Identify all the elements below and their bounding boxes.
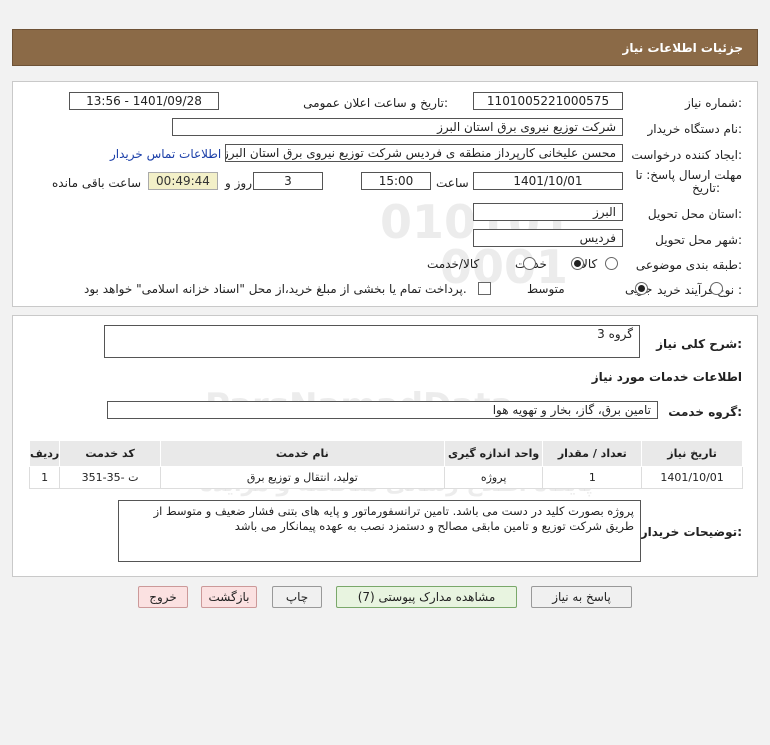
deadline-date-field: 1401/10/01: [473, 172, 623, 190]
category-radio-service[interactable]: [570, 257, 584, 270]
cell-need-date: 1401/10/01: [641, 466, 743, 489]
time-label: ساعت: [436, 176, 469, 190]
days-field: 3: [253, 172, 323, 190]
need-info-panel: [12, 81, 758, 307]
reply-button[interactable]: پاسخ به نیاز: [531, 586, 632, 608]
page-title: جزئیات اطلاعات نیاز: [622, 41, 743, 55]
col-row-num: ردیف: [28, 440, 61, 467]
days-label: روز و: [225, 176, 252, 190]
category-radio-goods-service[interactable]: [522, 257, 536, 270]
cell-service-code: ت -35-351: [59, 466, 161, 489]
buyer-field: شرکت توزیع نیروی برق استان البرز: [172, 118, 623, 136]
deadline-time-field: 15:00: [361, 172, 431, 190]
cell-quantity: 1: [542, 466, 643, 489]
summary-label: شرح کلی نیاز:: [656, 337, 742, 351]
need-number-label: شماره نیاز:: [684, 96, 742, 110]
city-label: شهر محل تحویل:: [655, 233, 742, 247]
remaining-time-field: 00:49:44: [148, 172, 218, 190]
creator-field: محسن علیخانی کارپرداز منطقه ی فردیس شرکت…: [225, 144, 623, 162]
category-label: طبقه بندی موضوعی:: [635, 258, 742, 272]
services-section-title: اطلاعات خدمات مورد نیاز: [591, 370, 742, 384]
province-label: استان محل تحویل:: [647, 207, 742, 221]
col-need-date: تاریخ نیاز: [641, 440, 743, 467]
exit-button[interactable]: خروج: [138, 586, 188, 608]
cell-row-num: 1: [28, 466, 61, 489]
contact-buyer-link[interactable]: اطلاعات تماس خریدار: [110, 147, 221, 161]
announce-field: 1401/09/28 - 13:56: [69, 92, 219, 110]
need-number-field: 1101005221000575: [473, 92, 623, 110]
cell-service-name: تولید، انتقال و توزیع برق: [159, 466, 445, 489]
print-button[interactable]: چاپ: [272, 586, 322, 608]
service-group-label: گروه خدمت:: [668, 405, 742, 419]
treasury-checkbox[interactable]: [478, 282, 491, 295]
buyer-label: نام دستگاه خریدار:: [647, 122, 743, 136]
attachments-button[interactable]: مشاهده مدارک پیوستی (7): [336, 586, 517, 608]
col-service-name: نام خدمت: [159, 440, 445, 467]
purchase-type-label: نوع فرآیند خرید :: [657, 283, 742, 297]
col-quantity: تعداد / مقدار: [542, 440, 643, 467]
province-field: البرز: [473, 203, 623, 221]
deadline-label-2: تاریخ:: [692, 181, 720, 195]
page-header: جزئیات اطلاعات نیاز: [12, 29, 758, 66]
category-radio-goods[interactable]: [605, 257, 618, 270]
summary-field: گروه 3: [104, 325, 640, 358]
buyer-notes-label: توضیحات خریدار:: [640, 525, 742, 539]
purchase-option-medium: متوسط: [527, 282, 565, 296]
service-group-field: تامین برق، گاز، بخار و تهویه هوا: [107, 401, 658, 419]
col-service-code: کد خدمت: [59, 440, 161, 467]
table-row: 1 ت -35-351 تولید، انتقال و توزیع برق پر…: [28, 466, 743, 489]
col-unit: واحد اندازه گیری: [443, 440, 544, 467]
category-option-goods-service: کالا/خدمت: [427, 257, 480, 271]
buyer-notes-field: پروژه بصورت کلید در دست می باشد. تامین ت…: [118, 500, 641, 562]
creator-label: ایجاد کننده درخواست:: [631, 148, 742, 162]
treasury-note: پرداخت تمام یا بخشی از مبلغ خرید،از محل …: [84, 282, 467, 296]
remaining-label: ساعت باقی مانده: [52, 176, 142, 190]
announce-label: تاریخ و ساعت اعلان عمومی:: [303, 96, 448, 110]
services-table: ردیف کد خدمت نام خدمت واحد اندازه گیری ت…: [28, 440, 743, 489]
back-button[interactable]: بازگشت: [201, 586, 257, 608]
table-header-row: ردیف کد خدمت نام خدمت واحد اندازه گیری ت…: [28, 440, 743, 467]
city-field: فردیس: [473, 229, 623, 247]
cell-unit: پروژه: [443, 466, 544, 489]
deadline-label: مهلت ارسال پاسخ: تا: [635, 168, 742, 182]
